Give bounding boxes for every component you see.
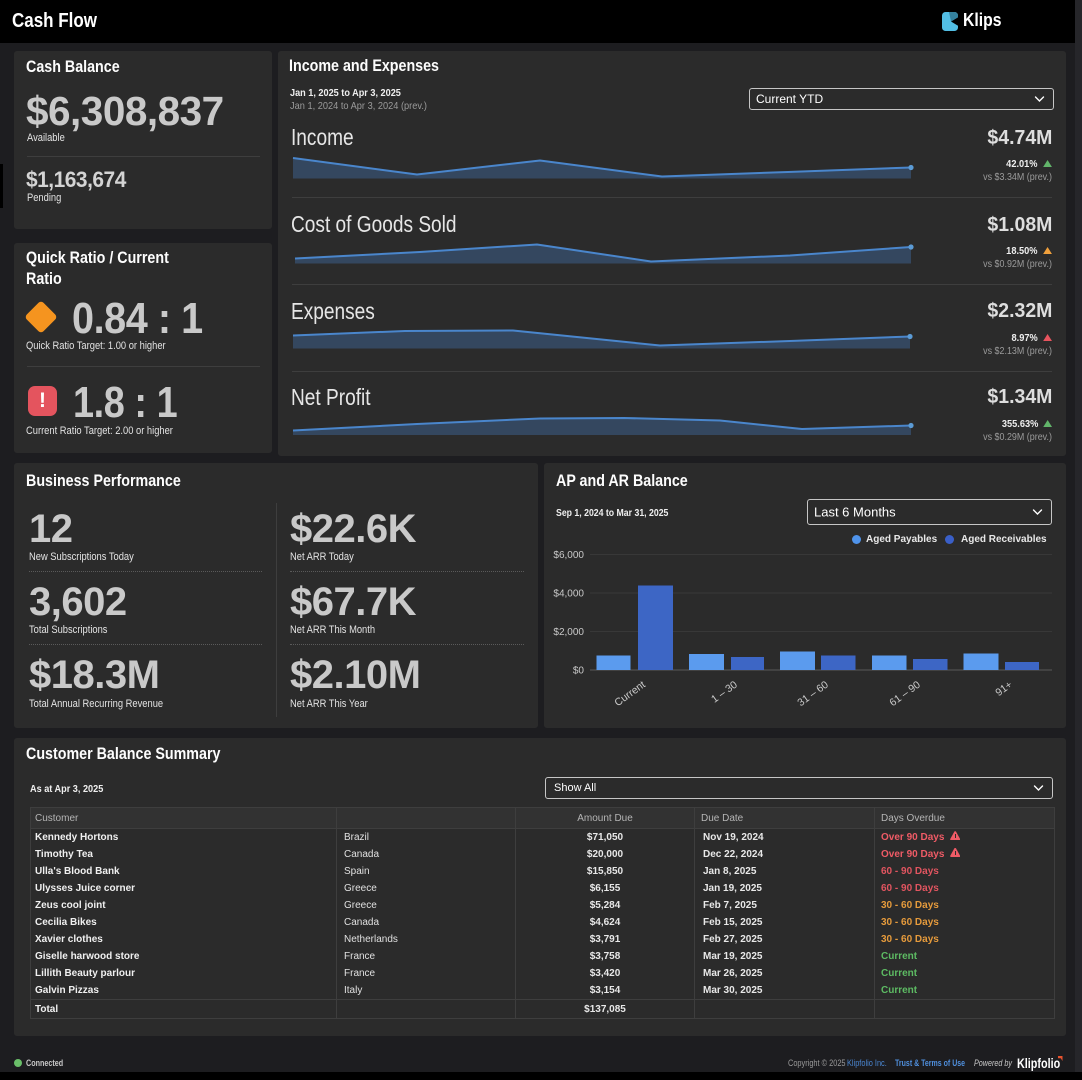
svg-text:1 – 30: 1 – 30 bbox=[709, 679, 740, 706]
svg-text:$0: $0 bbox=[573, 666, 585, 677]
svg-text:31 – 60: 31 – 60 bbox=[795, 679, 831, 709]
svg-text:91+: 91+ bbox=[993, 679, 1014, 699]
svg-text:61 – 90: 61 – 90 bbox=[887, 679, 923, 709]
svg-text:$6,000: $6,000 bbox=[553, 550, 584, 561]
svg-text:Current: Current bbox=[612, 679, 647, 709]
svg-text:$2,000: $2,000 bbox=[553, 627, 584, 638]
svg-text:$4,000: $4,000 bbox=[553, 589, 584, 600]
